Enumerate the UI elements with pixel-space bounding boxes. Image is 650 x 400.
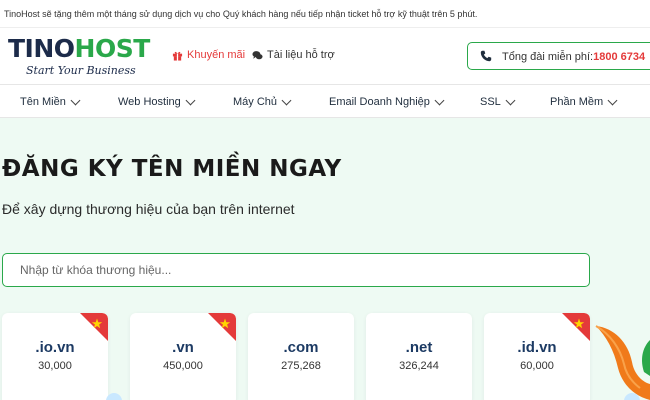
vietnam-flag-star-icon: [80, 313, 108, 341]
chevron-down-icon: [607, 95, 618, 105]
domain-card-io-vn[interactable]: .io.vn 30,000: [2, 313, 108, 400]
chevron-down-icon: [185, 95, 196, 105]
domain-extension: .net: [405, 339, 433, 356]
nav-ssl-label: SSL: [480, 96, 501, 108]
hotline-number: 1800 6734: [593, 51, 646, 63]
domain-price: 326,244: [399, 360, 439, 372]
nav-web-hosting-label: Web Hosting: [118, 96, 181, 108]
chevron-down-icon: [505, 95, 516, 105]
hero-section: ĐĂNG KÝ TÊN MIỀN NGAY Để xây dựng thương…: [0, 118, 650, 400]
domain-card-com[interactable]: .com 275,268: [248, 313, 354, 400]
domain-price: 60,000: [520, 360, 554, 372]
hotline-label: Tổng đài miễn phí:1800 6734: [502, 51, 645, 63]
logo-text-tino: TINO: [8, 34, 75, 63]
nav-software[interactable]: Phần Mềm: [550, 95, 618, 108]
domain-extension: .com: [283, 339, 319, 356]
chevron-down-icon: [281, 95, 292, 105]
main-nav: Tên Miền Web Hosting Máy Chủ Email Doanh…: [0, 84, 650, 118]
docs-link[interactable]: Tài liệu hỗ trợ: [252, 49, 335, 61]
notice-text: TinoHost sẽ tặng thêm một tháng sử dụng …: [4, 9, 478, 19]
logo-tagline: Start Your Business: [26, 64, 136, 77]
nav-software-label: Phần Mềm: [550, 96, 604, 108]
site-header: TINOHOST Start Your Business Khuyến mãi …: [0, 28, 650, 84]
hotline-button[interactable]: Tổng đài miễn phí:1800 6734: [467, 42, 650, 70]
vietnam-flag-star-icon: [208, 313, 236, 341]
nav-business-email-label: Email Doanh Nghiệp: [329, 96, 430, 108]
vietnam-flag-star-icon: [562, 313, 590, 341]
domain-card-vn[interactable]: .vn 450,000: [130, 313, 236, 400]
domain-price: 30,000: [38, 360, 72, 372]
decorative-leaf-illustration: [595, 325, 650, 400]
nav-domain-label: Tên Miền: [20, 96, 66, 108]
phone-icon: [480, 50, 492, 62]
domain-extension: .id.vn: [517, 339, 557, 356]
notice-bar: TinoHost sẽ tặng thêm một tháng sử dụng …: [0, 0, 650, 28]
logo[interactable]: TINOHOST Start Your Business: [8, 34, 158, 78]
chat-bubbles-icon: [252, 50, 263, 59]
promo-link[interactable]: Khuyến mãi: [172, 49, 245, 61]
docs-link-label: Tài liệu hỗ trợ: [267, 49, 335, 61]
gift-icon: [172, 51, 183, 61]
domain-card-id-vn[interactable]: .id.vn 60,000: [484, 313, 590, 400]
logo-text-host: HOST: [74, 34, 151, 63]
hero-title: ĐĂNG KÝ TÊN MIỀN NGAY: [2, 156, 342, 182]
domain-card-net[interactable]: .net 326,244: [366, 313, 472, 400]
domain-extension: .vn: [172, 339, 194, 356]
nav-business-email[interactable]: Email Doanh Nghiệp: [329, 95, 445, 108]
domain-price: 275,268: [281, 360, 321, 372]
domain-price: 450,000: [163, 360, 203, 372]
promo-link-label: Khuyến mãi: [187, 49, 246, 61]
hero-subtitle: Để xây dựng thương hiệu của bạn trên int…: [2, 201, 295, 217]
chevron-down-icon: [70, 95, 81, 105]
nav-domain[interactable]: Tên Miền: [20, 95, 81, 108]
nav-ssl[interactable]: SSL: [480, 95, 516, 108]
domain-extension: .io.vn: [35, 339, 75, 356]
nav-server[interactable]: Máy Chủ: [233, 95, 292, 108]
nav-web-hosting[interactable]: Web Hosting: [118, 95, 196, 108]
chevron-down-icon: [434, 95, 445, 105]
hotline-label-text: Tổng đài miễn phí:: [502, 51, 594, 63]
domain-search-input[interactable]: [2, 253, 590, 287]
nav-server-label: Máy Chủ: [233, 96, 278, 108]
